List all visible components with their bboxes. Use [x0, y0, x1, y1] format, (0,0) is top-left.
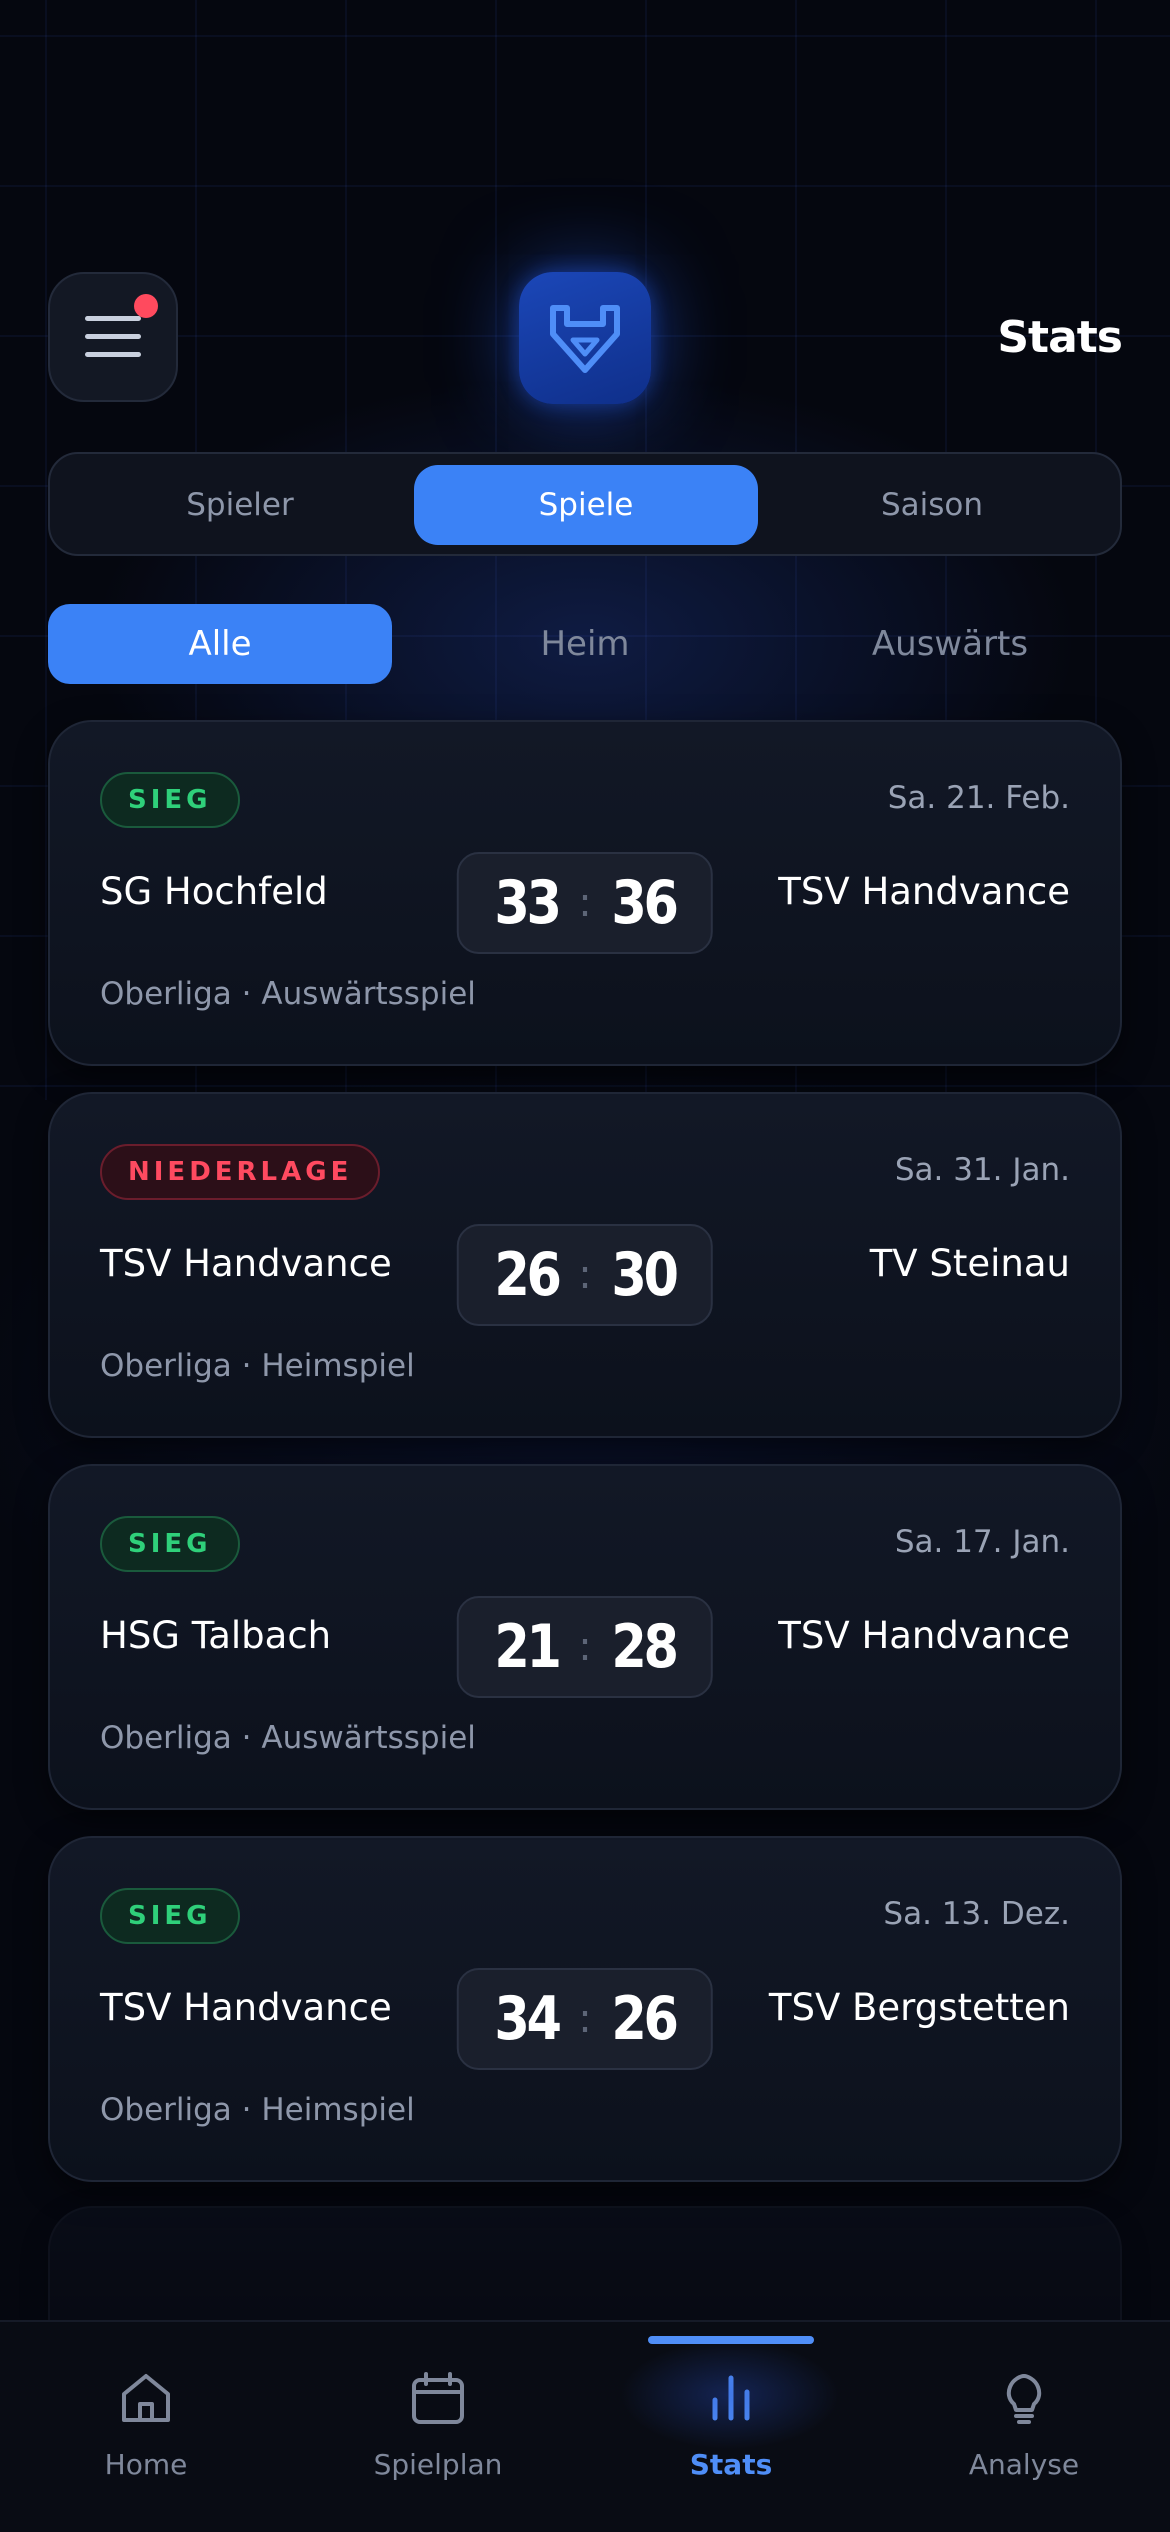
game-date: Sa. 13. Dez.	[883, 1896, 1070, 1932]
score-separator: :	[578, 1624, 592, 1670]
game-card[interactable]: SIEG Sa. 13. Dez. TSV Handvance 34 : 26 …	[48, 1836, 1122, 2182]
game-card-partial[interactable]	[48, 2206, 1122, 2326]
home-team: HSG Talbach	[100, 1614, 332, 1657]
game-card[interactable]: NIEDERLAGE Sa. 31. Jan. TSV Handvance 26…	[48, 1092, 1122, 1438]
away-score: 36	[611, 868, 679, 938]
filter-heim[interactable]: Heim	[413, 604, 757, 684]
game-date: Sa. 17. Jan.	[894, 1524, 1070, 1560]
result-badge: SIEG	[100, 1888, 240, 1944]
away-team: TSV Handvance	[778, 1614, 1070, 1657]
result-badge: SIEG	[100, 1516, 240, 1572]
segment-spieler[interactable]: Spieler	[68, 465, 412, 545]
away-score: 28	[611, 1612, 679, 1682]
score-box: 34 : 26	[456, 1968, 714, 2070]
filter-alle[interactable]: Alle	[48, 604, 392, 684]
page-title: Stats	[997, 312, 1123, 363]
nav-label: Home	[104, 2448, 188, 2481]
game-card[interactable]: SIEG Sa. 21. Feb. SG Hochfeld 33 : 36 TS…	[48, 720, 1122, 1066]
calendar-icon	[412, 2372, 464, 2424]
game-meta: Oberliga · Heimspiel	[100, 1348, 415, 1384]
score-box: 21 : 28	[456, 1596, 714, 1698]
notification-dot	[134, 294, 158, 318]
score-separator: :	[578, 880, 592, 926]
home-score: 34	[494, 1984, 562, 2054]
home-team: TSV Handvance	[100, 1986, 392, 2029]
game-meta: Oberliga · Auswärtsspiel	[100, 976, 476, 1012]
score-box: 33 : 36	[456, 852, 714, 954]
filter-auswaerts[interactable]: Auswärts	[778, 604, 1122, 684]
score-box: 26 : 30	[456, 1224, 714, 1326]
game-meta: Oberliga · Auswärtsspiel	[100, 1720, 476, 1756]
home-team: TSV Handvance	[100, 1242, 392, 1285]
view-segmented-control: Spieler Spiele Saison	[48, 452, 1122, 556]
nav-analyse[interactable]: Analyse	[878, 2322, 1170, 2532]
result-badge: SIEG	[100, 772, 240, 828]
nav-home[interactable]: Home	[0, 2322, 292, 2532]
nav-label: Analyse	[968, 2448, 1080, 2481]
away-team: TV Steinau	[869, 1242, 1070, 1285]
home-icon	[122, 2374, 170, 2422]
bottom-nav: Home Spielplan Stats Analyse	[0, 2320, 1170, 2532]
active-tab-glow	[620, 2340, 840, 2450]
lightbulb-icon	[1006, 2374, 1042, 2424]
score-separator: :	[578, 1996, 592, 2042]
handvance-shield-icon	[519, 272, 651, 404]
result-badge: NIEDERLAGE	[100, 1144, 381, 1200]
score-separator: :	[578, 1252, 592, 1298]
nav-label: Spielplan	[373, 2448, 503, 2481]
home-score: 21	[494, 1612, 562, 1682]
game-card[interactable]: SIEG Sa. 17. Jan. HSG Talbach 21 : 28 TS…	[48, 1464, 1122, 1810]
menu-button[interactable]	[48, 272, 178, 402]
segment-saison[interactable]: Saison	[760, 465, 1104, 545]
game-date: Sa. 21. Feb.	[887, 780, 1070, 816]
home-score: 33	[494, 868, 562, 938]
away-score: 30	[611, 1240, 679, 1310]
game-meta: Oberliga · Heimspiel	[100, 2092, 415, 2128]
stats-screen: Stats Spieler Spiele Saison Alle Heim Au…	[0, 0, 1170, 2532]
active-tab-indicator	[648, 2336, 814, 2344]
hamburger-menu-icon	[85, 316, 141, 358]
nav-spielplan[interactable]: Spielplan	[292, 2322, 584, 2532]
segment-spiele[interactable]: Spiele	[414, 465, 758, 545]
away-team: TSV Bergstetten	[768, 1986, 1070, 2029]
home-team: SG Hochfeld	[100, 870, 328, 913]
away-score: 26	[611, 1984, 679, 2054]
away-team: TSV Handvance	[778, 870, 1070, 913]
game-date: Sa. 31. Jan.	[894, 1152, 1070, 1188]
nav-label: Stats	[689, 2448, 773, 2481]
home-score: 26	[494, 1240, 562, 1310]
